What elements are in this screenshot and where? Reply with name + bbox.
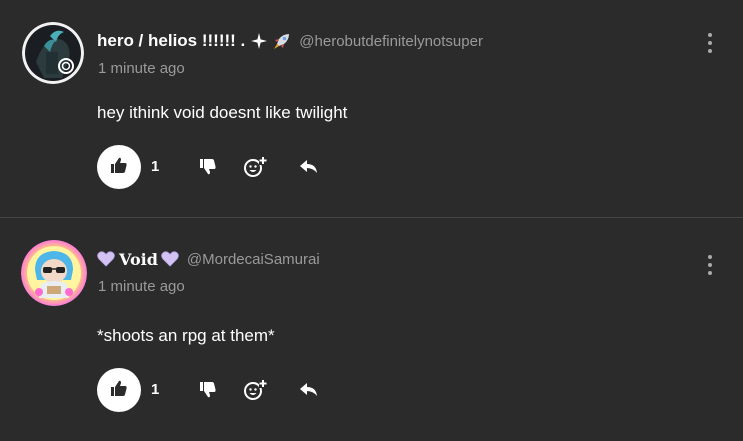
- like-count: 1: [151, 381, 160, 398]
- comment-header: Void @MordecaiSamurai: [97, 247, 320, 271]
- display-name[interactable]: hero / helios !!!!!! .: [97, 31, 245, 51]
- more-options-icon[interactable]: [700, 32, 720, 54]
- sparkle-icon: [251, 33, 268, 49]
- purple-heart-icon: [97, 251, 115, 267]
- avatar[interactable]: [21, 240, 87, 306]
- display-name[interactable]: Void: [119, 250, 158, 269]
- thumbs-up-icon: [110, 156, 128, 179]
- username[interactable]: @MordecaiSamurai: [187, 251, 320, 268]
- comment-header: hero / helios !!!!!! . @herobutdefinitel…: [97, 29, 483, 53]
- like-button[interactable]: [97, 368, 141, 412]
- reply-icon[interactable]: [297, 155, 321, 179]
- comment-text: hey ithink void doesnt like twilight: [97, 103, 348, 122]
- purple-heart-icon: [161, 251, 179, 267]
- reply-icon[interactable]: [297, 378, 321, 402]
- add-reaction-icon[interactable]: [243, 378, 267, 402]
- thumbs-down-icon[interactable]: [196, 378, 220, 402]
- rocket-icon: [273, 32, 291, 50]
- like-button[interactable]: [97, 145, 141, 189]
- thumbs-up-icon: [110, 379, 128, 402]
- comment-text: *shoots an rpg at them*: [97, 326, 275, 345]
- more-options-icon[interactable]: [700, 254, 720, 276]
- timestamp: 1 minute ago: [98, 60, 185, 77]
- comment-feed: hero / helios !!!!!! . @herobutdefinitel…: [0, 0, 743, 441]
- avatar[interactable]: [22, 22, 84, 84]
- comment: Void @MordecaiSamurai 1 minute ago *shoo…: [0, 218, 743, 441]
- username[interactable]: @herobutdefinitelynotsuper: [299, 33, 483, 50]
- like-count: 1: [151, 158, 160, 175]
- timestamp: 1 minute ago: [98, 278, 185, 295]
- thumbs-down-icon[interactable]: [196, 155, 220, 179]
- add-reaction-icon[interactable]: [243, 155, 267, 179]
- comment: hero / helios !!!!!! . @herobutdefinitel…: [0, 0, 743, 217]
